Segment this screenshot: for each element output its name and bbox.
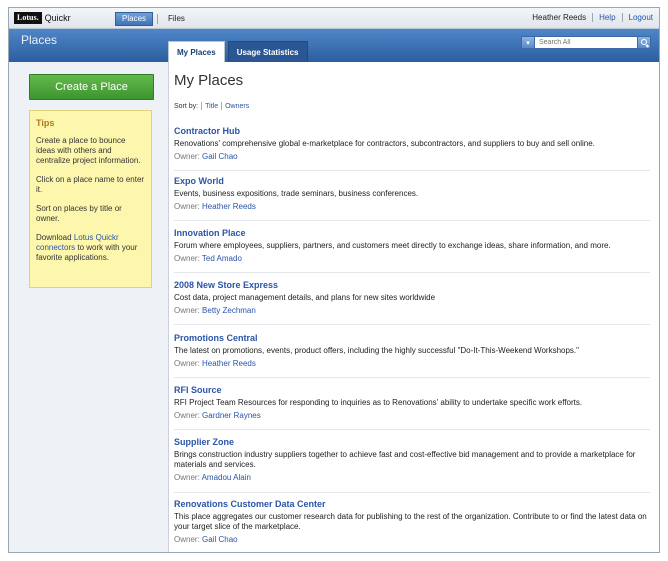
place-name-link[interactable]: Contractor Hub [174,126,650,136]
place-description: Events, business expositions, trade semi… [174,189,419,198]
owner-label: Owner: [174,202,200,211]
app-tab-files[interactable]: Files [162,13,191,25]
divider [221,102,223,110]
place-item: RFI Source RFI Project Team Resources fo… [174,385,650,430]
place-description: Renovations' comprehensive global e-mark… [174,139,595,148]
tip-text: Create a place to bounce ideas with othe… [36,136,141,165]
owner-link[interactable]: Amadou Alain [202,473,251,482]
logout-link[interactable]: Logout [629,13,653,22]
place-owner: Owner: Gail Chao [174,152,650,161]
user-name[interactable]: Heather Reeds [532,13,586,22]
product-name: Quickr [44,13,71,23]
top-bar: Lotus. Quickr Places Files Heather Reeds… [9,8,659,29]
lotus-logo: Lotus. [14,12,42,24]
create-place-button[interactable]: Create a Place [29,74,154,100]
search-input[interactable] [535,36,637,49]
brand: Lotus. Quickr [14,12,71,24]
search-box: ▾ [521,36,651,49]
tab-my-places[interactable]: My Places [168,41,225,62]
owner-label: Owner: [174,473,200,482]
user-links: Heather Reeds Help Logout [532,13,653,22]
place-description: This place aggregates our customer resea… [174,512,647,531]
page-title: My Places [174,72,244,89]
help-link[interactable]: Help [599,13,615,22]
owner-link[interactable]: Heather Reeds [202,202,256,211]
tip-text: Download Lotus Quickr connectors to work… [36,233,145,263]
place-item: Promotions Central The latest on promoti… [174,333,650,378]
place-item: Innovation Place Forum where employees, … [174,228,650,273]
owner-link[interactable]: Betty Zechman [202,306,256,315]
main-content: My Places Sort by: Title Owners Contract… [169,62,659,552]
tab-usage-statistics[interactable]: Usage Statistics [227,41,308,62]
owner-label: Owner: [174,411,200,420]
section-title: Places [21,33,58,47]
owner-label: Owner: [174,254,200,263]
place-item: Renovations Customer Data Center This pl… [174,499,650,552]
owner-link[interactable]: Gardner Raynes [202,411,261,420]
app-tab-places[interactable]: Places [115,12,154,26]
tips-title: Tips [36,118,55,128]
owner-link[interactable]: Gail Chao [202,535,238,544]
place-owner: Owner: Amadou Alain [174,473,650,482]
place-description: Cost data, project management details, a… [174,293,436,302]
tip-text: Sort on places by title or owner. [36,204,122,223]
sort-by-owners-link[interactable]: Owners [225,103,249,110]
place-item: 2008 New Store Express Cost data, projec… [174,280,650,325]
tip-text-pre: Download [36,233,72,242]
place-name-link[interactable]: 2008 New Store Express [174,280,650,290]
place-owner: Owner: Gail Chao [174,535,650,544]
place-owner: Owner: Betty Zechman [174,306,650,315]
place-owner: Owner: Heather Reeds [174,359,650,368]
place-item: Supplier Zone Brings construction indust… [174,437,650,493]
place-owner: Owner: Ted Amado [174,254,650,263]
place-description: Brings construction industry suppliers t… [174,450,636,469]
sort-by-title-link[interactable]: Title [205,103,218,110]
owner-label: Owner: [174,535,200,544]
place-item: Contractor Hub Renovations' comprehensiv… [174,126,650,171]
divider [157,14,159,24]
divider [201,102,203,110]
header-band: Places My Places Usage Statistics ▾ [9,29,659,62]
place-name-link[interactable]: Promotions Central [174,333,650,343]
place-item: Expo World Events, business expositions,… [174,176,650,221]
place-owner: Owner: Heather Reeds [174,202,650,211]
sidebar: Create a Place Tips Create a place to bo… [9,62,169,552]
search-icon[interactable] [637,36,651,49]
app-tabs: Places Files [115,12,191,26]
owner-link[interactable]: Ted Amado [202,254,242,263]
place-owner: Owner: Gardner Raynes [174,411,650,420]
tips-panel: Tips Create a place to bounce ideas with… [29,110,152,288]
owner-label: Owner: [174,359,200,368]
place-name-link[interactable]: Supplier Zone [174,437,650,447]
place-description: Forum where employees, suppliers, partne… [174,241,611,250]
owner-link[interactable]: Heather Reeds [202,359,256,368]
search-scope-dropdown[interactable]: ▾ [521,36,535,49]
divider [592,13,594,22]
sort-bar: Sort by: Title Owners [174,102,249,110]
owner-label: Owner: [174,306,200,315]
view-tabs: My Places Usage Statistics [168,41,308,62]
divider [621,13,623,22]
place-description: The latest on promotions, events, produc… [174,346,579,355]
place-name-link[interactable]: Expo World [174,176,650,186]
quickr-window: Lotus. Quickr Places Files Heather Reeds… [8,7,660,553]
owner-link[interactable]: Gail Chao [202,152,238,161]
place-name-link[interactable]: RFI Source [174,385,650,395]
place-name-link[interactable]: Innovation Place [174,228,650,238]
place-name-link[interactable]: Renovations Customer Data Center [174,499,650,509]
tip-text: Click on a place name to enter it. [36,175,145,194]
place-description: RFI Project Team Resources for respondin… [174,398,583,407]
owner-label: Owner: [174,152,200,161]
sort-label: Sort by: [174,102,199,110]
